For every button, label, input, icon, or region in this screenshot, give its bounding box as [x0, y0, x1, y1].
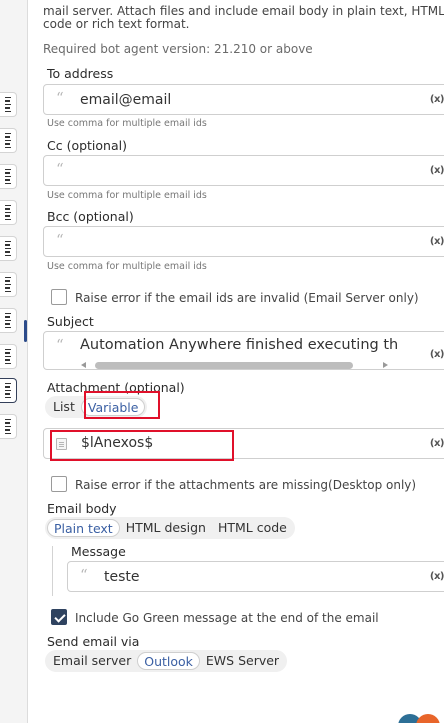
bcc-hint: Use comma for multiple email ids [47, 261, 207, 272]
drag-handle[interactable] [0, 308, 17, 333]
send-option-outlook[interactable]: Outlook [137, 652, 200, 670]
drag-handle[interactable] [0, 236, 17, 261]
grip-icon [5, 204, 11, 221]
bcc-label: Bcc (optional) [47, 209, 134, 224]
send-option-ews-server[interactable]: EWS Server [200, 652, 285, 670]
scroll-left-icon[interactable] [81, 362, 86, 368]
subject-value: Automation Anywhere finished executing t… [80, 337, 398, 353]
insert-variable-button[interactable]: (x) [430, 236, 444, 247]
body-option-html-design[interactable]: HTML design [120, 519, 212, 537]
grip-icon [5, 132, 11, 149]
insert-variable-button[interactable]: (x) [430, 571, 444, 582]
bcc-input[interactable]: “ (x) [43, 226, 444, 257]
action-properties-panel: mail server. Attach files and include em… [28, 0, 444, 723]
left-rail [0, 0, 28, 723]
email-body-label: Email body [47, 501, 117, 516]
scroll-right-icon[interactable] [383, 362, 388, 368]
grip-icon [5, 96, 11, 113]
drag-handle[interactable] [0, 200, 17, 225]
message-label: Message [71, 544, 126, 559]
to-address-label: To address [47, 66, 114, 81]
nested-indent-line [52, 546, 53, 596]
quote-icon: “ [56, 231, 64, 249]
highlight-annotation [84, 391, 160, 419]
grip-icon [5, 382, 11, 399]
required-version: Required bot agent version: 21.210 or ab… [43, 42, 313, 56]
cc-label: Cc (optional) [47, 138, 127, 153]
insert-variable-button[interactable]: (x) [430, 349, 444, 360]
attachment-option-list[interactable]: List [47, 398, 81, 416]
cc-input[interactable]: “ (x) [43, 155, 444, 186]
grip-icon [5, 168, 11, 185]
grip-icon [5, 276, 11, 293]
send-option-email-server[interactable]: Email server [47, 652, 137, 670]
action-description: mail server. Attach files and include em… [43, 4, 444, 31]
drag-handle[interactable] [0, 344, 17, 369]
corner-floating-buttons[interactable] [398, 714, 444, 723]
send-via-toggle: Email server Outlook EWS Server [45, 650, 288, 672]
quote-icon: “ [56, 336, 64, 354]
cc-hint: Use comma for multiple email ids [47, 190, 207, 201]
drag-handle[interactable] [0, 414, 17, 439]
body-option-html-code[interactable]: HTML code [212, 519, 293, 537]
subject-label: Subject [47, 314, 94, 329]
to-address-hint: Use comma for multiple email ids [47, 118, 207, 129]
highlight-annotation [50, 430, 234, 461]
drag-handle-active[interactable] [0, 378, 17, 403]
drag-handle[interactable] [0, 272, 17, 297]
drag-handle[interactable] [0, 92, 17, 117]
insert-variable-button[interactable]: (x) [430, 438, 444, 449]
insert-variable-button[interactable]: (x) [430, 94, 444, 105]
quote-icon: “ [80, 566, 88, 584]
rail-marker [24, 320, 27, 342]
raise-invalid-checkbox[interactable] [51, 289, 67, 305]
raise-missing-checkbox[interactable] [51, 476, 67, 492]
quote-icon: “ [56, 160, 64, 178]
subject-input[interactable]: “ Automation Anywhere finished executing… [43, 331, 444, 370]
raise-missing-label: Raise error if the attachments are missi… [75, 478, 417, 492]
drag-handle[interactable] [0, 164, 17, 189]
message-value: teste [104, 569, 140, 585]
assistant-bubble-icon[interactable] [416, 714, 440, 723]
grip-icon [5, 418, 11, 435]
drag-handle[interactable] [0, 128, 17, 153]
to-address-input[interactable]: “ email@email (x) [43, 84, 444, 115]
grip-icon [5, 348, 11, 365]
insert-variable-button[interactable]: (x) [430, 165, 444, 176]
to-address-value: email@email [80, 92, 172, 108]
body-option-plain-text[interactable]: Plain text [47, 519, 120, 537]
raise-invalid-label: Raise error if the email ids are invalid… [75, 291, 419, 305]
scroll-thumb[interactable] [95, 362, 353, 369]
email-body-type-toggle: Plain text HTML design HTML code [45, 517, 295, 539]
message-input[interactable]: “ teste (x) [67, 561, 444, 592]
quote-icon: “ [56, 89, 64, 107]
go-green-checkbox[interactable] [51, 609, 67, 625]
grip-icon [5, 312, 11, 329]
send-via-label: Send email via [47, 634, 140, 649]
subject-scrollbar[interactable] [81, 361, 388, 370]
grip-icon [5, 240, 11, 257]
go-green-label: Include Go Green message at the end of t… [75, 611, 379, 625]
